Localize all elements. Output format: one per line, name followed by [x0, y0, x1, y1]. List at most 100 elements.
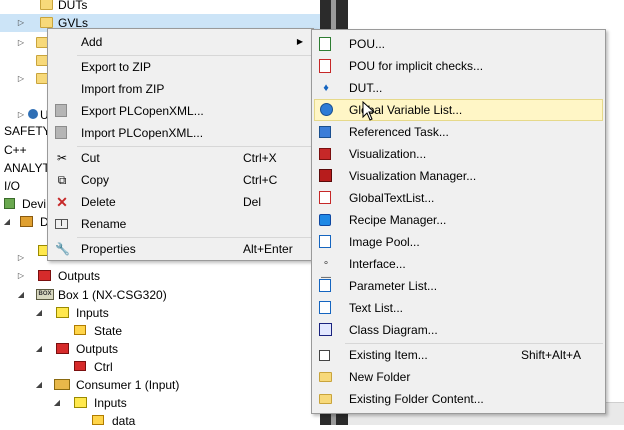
submenu-item-image-pool[interactable]: Image Pool...: [314, 231, 603, 253]
tree-row-box1[interactable]: ◢ BOX Box 1 (NX-CSG320): [0, 286, 320, 304]
tree-row-box-outputs[interactable]: ◢ Outputs: [0, 340, 320, 358]
submenu-item-pou[interactable]: POU...: [314, 33, 603, 55]
outputs-icon: [56, 343, 69, 354]
menu-item-label: Visualization...: [349, 147, 427, 161]
menu-item-copy[interactable]: ⧉ Copy Ctrl+C: [50, 169, 311, 191]
context-menu: Add ▶ Export to ZIP Import from ZIP Expo…: [47, 28, 314, 261]
task-icon: [319, 126, 331, 138]
tree-row-box-inputs[interactable]: ◢ Inputs: [0, 304, 320, 322]
dut-icon: ♦: [323, 82, 329, 94]
submenu-item-new-folder[interactable]: New Folder: [314, 366, 603, 388]
module-icon: [28, 109, 38, 119]
submenu-item-text-list[interactable]: Text List...: [314, 297, 603, 319]
menu-item-import-zip[interactable]: Import from ZIP: [50, 78, 311, 100]
expand-arrow-icon[interactable]: ▷: [16, 14, 26, 32]
tree-row-device[interactable]: ◢ D: [0, 213, 48, 231]
menu-item-label: Export PLCopenXML...: [81, 104, 204, 118]
xml-import-icon: [55, 126, 67, 139]
visualization-icon: [319, 148, 331, 160]
submenu-item-interface[interactable]: ∘— Interface...: [314, 253, 603, 283]
tree-row[interactable]: ▷: [0, 70, 49, 88]
menu-item-label: Interface...: [349, 257, 406, 271]
menu-item-label: POU for implicit checks...: [349, 59, 484, 73]
tree-row-io[interactable]: I/O: [0, 177, 48, 195]
interface-icon: ∘—: [321, 258, 331, 283]
menu-shortcut: Alt+Enter: [243, 242, 293, 256]
tree-row[interactable]: ▷: [0, 34, 49, 52]
menu-item-import-plcopenxml[interactable]: Import PLCopenXML...: [50, 122, 311, 144]
box-icon: BOX: [36, 289, 54, 300]
tree-label: Inputs: [94, 396, 127, 410]
folder-icon: [319, 394, 332, 404]
menu-item-properties[interactable]: 🔧 Properties Alt+Enter: [50, 238, 311, 260]
tree-label: Outputs: [58, 269, 101, 283]
submenu-item-visualization[interactable]: Visualization...: [314, 143, 603, 165]
submenu-item-pou-implicit-checks[interactable]: POU for implicit checks...: [314, 55, 603, 77]
submenu-item-class-diagram[interactable]: Class Diagram...: [314, 319, 603, 341]
tree-row-consumer1[interactable]: ◢ Consumer 1 (Input): [0, 376, 320, 394]
tree-row-ctrl[interactable]: Ctrl: [0, 358, 320, 376]
collapse-arrow-icon[interactable]: ◢: [34, 376, 44, 394]
tree-label: Consumer 1 (Input): [76, 378, 180, 392]
menu-item-label: Import from ZIP: [81, 82, 165, 96]
tree-row-devices[interactable]: Devi: [0, 195, 48, 213]
tree-label: Ctrl: [94, 360, 113, 374]
copy-icon: ⧉: [57, 173, 67, 187]
parameter-list-icon: [319, 279, 331, 292]
rename-icon: I: [55, 219, 68, 229]
submenu-item-parameter-list[interactable]: Parameter List...: [314, 275, 603, 297]
expand-arrow-icon[interactable]: ▷: [16, 267, 26, 285]
tree-label: I/O: [4, 179, 21, 193]
xml-export-icon: [55, 104, 67, 117]
output-variable-icon: [74, 361, 86, 371]
existing-item-icon: [319, 350, 330, 361]
globe-icon: [320, 103, 333, 116]
menu-item-label: GlobalTextList...: [349, 191, 435, 205]
tree-row-data[interactable]: data: [0, 412, 320, 430]
image-pool-icon: [319, 235, 331, 248]
submenu-item-dut[interactable]: ♦ DUT...: [314, 77, 603, 99]
menu-item-label: Parameter List...: [349, 279, 438, 293]
menu-shortcut: Ctrl+C: [243, 173, 278, 187]
new-folder-icon: [319, 372, 332, 382]
tree-label: C++: [4, 143, 27, 157]
menu-item-label: Existing Folder Content...: [349, 392, 484, 406]
tree-row-state[interactable]: State: [0, 322, 320, 340]
submenu-item-globaltextlist[interactable]: GlobalTextList...: [314, 187, 603, 209]
tree-row[interactable]: [0, 52, 49, 70]
tree-row-cpp[interactable]: C++: [0, 141, 48, 159]
inputs-icon: [56, 307, 69, 318]
tree-row-analytics[interactable]: ANALYT: [0, 159, 48, 177]
submenu-item-global-variable-list[interactable]: Global Variable List...: [314, 99, 603, 121]
devices-icon: [4, 198, 15, 209]
tree-row-safety[interactable]: SAFETY: [0, 122, 51, 140]
submenu-item-recipe-manager[interactable]: Recipe Manager...: [314, 209, 603, 231]
expand-arrow-icon[interactable]: ▷: [16, 70, 26, 88]
menu-item-cut[interactable]: ✂ Cut Ctrl+X: [50, 147, 311, 169]
submenu-item-referenced-task[interactable]: Referenced Task...: [314, 121, 603, 143]
collapse-arrow-icon[interactable]: ◢: [16, 286, 26, 304]
menu-item-label: New Folder: [349, 370, 411, 384]
collapse-arrow-icon[interactable]: ◢: [52, 394, 62, 412]
menu-item-delete[interactable]: ✕ Delete Del: [50, 191, 311, 213]
menu-item-export-plcopenxml[interactable]: Export PLCopenXML...: [50, 100, 311, 122]
expand-arrow-icon[interactable]: ▷: [16, 34, 26, 52]
collapse-arrow-icon[interactable]: ◢: [34, 340, 44, 358]
menu-item-label: Visualization Manager...: [349, 169, 477, 183]
tree-row-duts[interactable]: DUTs: [0, 0, 320, 14]
collapse-arrow-icon[interactable]: ◢: [2, 213, 12, 231]
tree-row-consumer-inputs[interactable]: ◢ Inputs: [0, 394, 320, 412]
add-submenu: POU... POU for implicit checks... ♦ DUT.…: [311, 29, 606, 414]
submenu-item-visualization-manager[interactable]: Visualization Manager...: [314, 165, 603, 187]
mouse-cursor-icon: [362, 101, 376, 121]
expand-arrow-icon[interactable]: ▷: [16, 249, 26, 267]
tree-label: ANALYT: [4, 161, 48, 175]
submenu-item-existing-folder-content[interactable]: Existing Folder Content...: [314, 388, 603, 410]
device-icon: [20, 216, 33, 227]
menu-item-rename[interactable]: I Rename: [50, 213, 311, 235]
submenu-item-existing-item[interactable]: Existing Item... Shift+Alt+A: [314, 344, 603, 366]
collapse-arrow-icon[interactable]: ◢: [34, 304, 44, 322]
tree-row-outputs[interactable]: ▷ Outputs: [0, 267, 320, 285]
menu-item-export-zip[interactable]: Export to ZIP: [50, 56, 311, 78]
menu-item-add[interactable]: Add ▶: [50, 31, 311, 53]
